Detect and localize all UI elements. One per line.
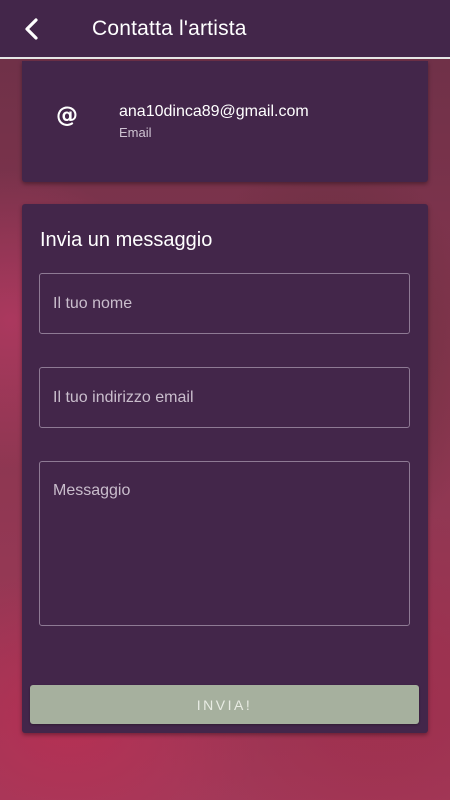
chevron-left-icon	[25, 17, 38, 40]
artist-email-label: Email	[119, 125, 152, 140]
form-title: Invia un messaggio	[40, 229, 213, 251]
email-contact-card: @ ana10dinca89@gmail.com Email	[22, 61, 428, 182]
name-input[interactable]	[39, 273, 410, 334]
page-title: Contatta l'artista	[92, 16, 247, 40]
back-button[interactable]	[0, 0, 64, 58]
message-form-card: Invia un messaggio INVIA!	[22, 204, 428, 733]
message-textarea[interactable]	[39, 461, 410, 626]
at-icon: @	[56, 103, 78, 128]
sender-email-input[interactable]	[39, 367, 410, 428]
top-app-bar: Contatta l'artista	[0, 0, 450, 59]
artist-email-value[interactable]: ana10dinca89@gmail.com	[119, 103, 309, 121]
send-button[interactable]: INVIA!	[30, 685, 419, 724]
